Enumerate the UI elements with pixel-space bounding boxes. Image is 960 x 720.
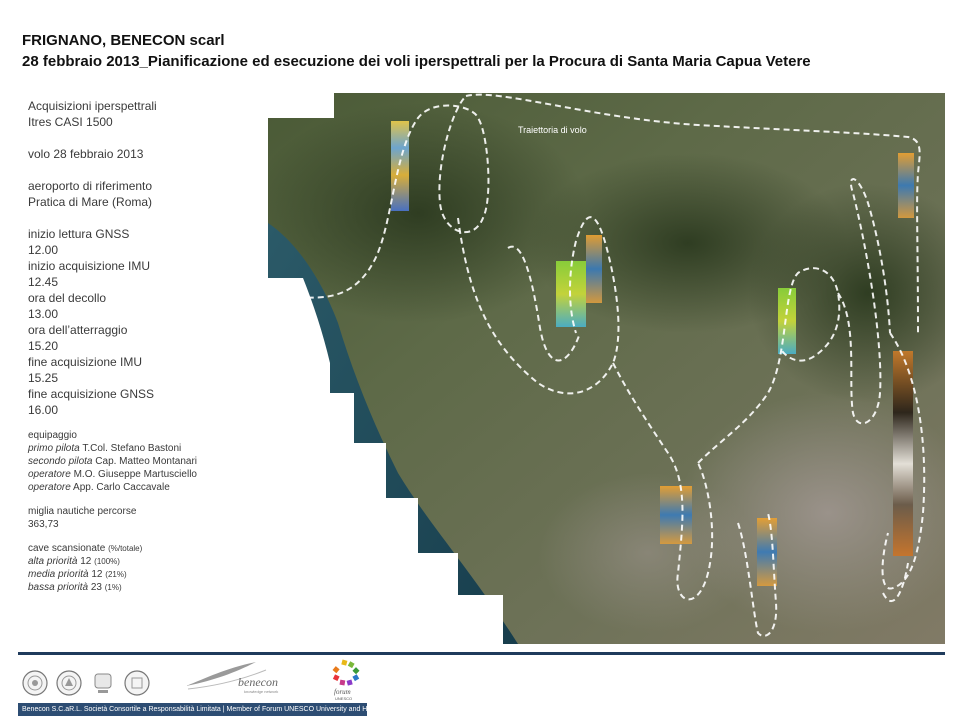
crew-label: equipaggio [28,430,77,441]
benecon-tagline: knowledge network [244,689,278,694]
crew-name: T.Col. Stefano Bastoni [82,443,182,454]
takeoff-value: 13.00 [28,307,59,321]
crew-name: App. Carlo Caccavale [73,482,170,493]
priority-count: 12 [91,569,103,580]
quarries-unit: (%/totale) [108,544,143,553]
title-line-2: 28 febbraio 2013_Pianificazione ed esecu… [22,53,811,70]
crew-role: operatore [28,482,71,493]
landing-value: 15.20 [28,339,59,353]
imu-end-value: 15.25 [28,371,59,385]
landing-label: ora dell’atterraggio [28,323,128,337]
crew-name: M.O. Giuseppe Martusciello [73,469,197,480]
university-seal-icon [22,670,48,696]
satellite-map: Traiettoria di volo [268,93,945,644]
imu-start-label: inizio acquisizione IMU [28,259,151,273]
forum-unesco-text: UNESCO [335,696,352,701]
footer-bar: Benecon S.C.aR.L. Società Consortile a R… [18,703,367,716]
airport-value: Pratica di Mare (Roma) [28,195,153,209]
flight-date: volo 28 febbraio 2013 [28,147,144,161]
title-line-1: FRIGNANO, BENECON scarl [22,32,225,49]
priority-label: media priorità [28,569,89,580]
gnss-end-value: 16.00 [28,403,59,417]
institute-seal-icon [94,673,112,693]
airport-label: aeroporto di riferimento [28,179,153,193]
benecon-logo: benecon knowledge network [186,662,278,694]
gnss-start-value: 12.00 [28,243,59,257]
imu-start-value: 12.45 [28,275,59,289]
university-seal-icon [124,670,150,696]
crew-member: primo pilota T.Col. Stefano Bastoni [28,442,263,455]
priority-row: alta priorità 12 (100%) [28,555,263,568]
priority-pct: (21%) [105,570,127,579]
priority-row: media priorità 12 (21%) [28,568,263,581]
gnss-end-label: fine acquisizione GNSS [28,387,155,401]
miles-label: miglia nautiche percorse [28,506,137,517]
priority-label: bassa priorità [28,582,89,593]
priority-count: 23 [90,582,102,593]
crew-role: primo pilota [28,443,80,454]
trajectory-label: Traiettoria di volo [518,125,587,135]
priority-row: bassa priorità 23 (1%) [28,581,263,594]
priority-pct: (1%) [104,583,122,592]
forum-wordmark: forum [334,688,351,696]
priority-label: alta priorità [28,556,78,567]
crew-member: secondo pilota Cap. Matteo Montanari [28,455,263,468]
crew-member: operatore M.O. Giuseppe Martusciello [28,468,263,481]
crew-name: Cap. Matteo Montanari [95,456,197,467]
benecon-wordmark: benecon [238,675,278,689]
sensor-name: Itres CASI 1500 [28,115,113,129]
takeoff-label: ora del decollo [28,291,107,305]
crew-role: operatore [28,469,71,480]
forum-unesco-logo: forum UNESCO [332,659,360,701]
miles-value: 363,73 [28,519,59,530]
flight-info-panel: Acquisizioni iperspettrali Itres CASI 15… [28,98,263,594]
crew-member: operatore App. Carlo Caccavale [28,481,263,494]
university-seal-icon [56,670,82,696]
gnss-start-label: inizio lettura GNSS [28,227,130,241]
priority-pct: (100%) [94,557,120,566]
quarries-label: cave scansionate (%/totale) [28,543,143,554]
footer-divider [18,652,945,655]
partner-logos: benecon knowledge network forum UNESCO [18,658,948,702]
acquisition-title: Acquisizioni iperspettrali [28,99,157,113]
crew-role: secondo pilota [28,456,93,467]
imu-end-label: fine acquisizione IMU [28,355,143,369]
priority-count: 12 [80,556,92,567]
